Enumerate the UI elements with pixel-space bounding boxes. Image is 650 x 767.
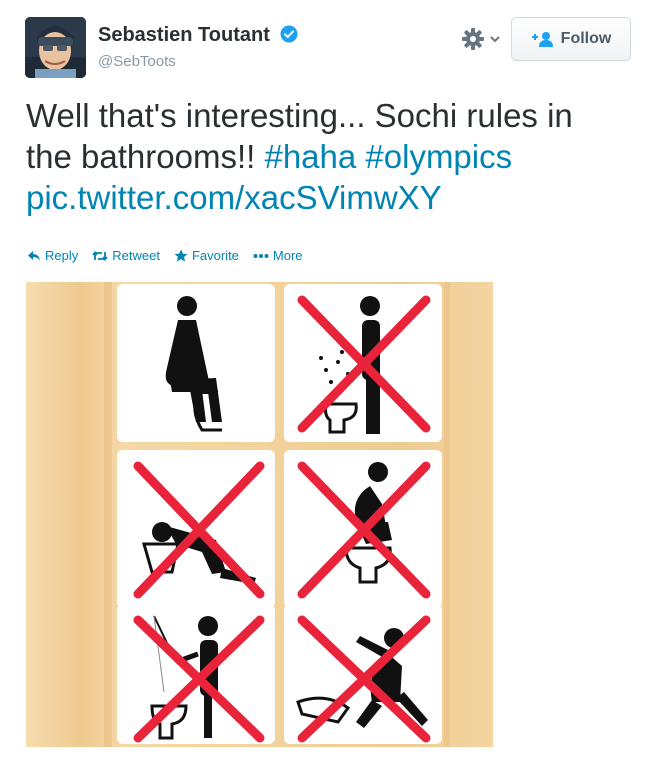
retweet-label: Retweet xyxy=(112,248,160,263)
retweet-icon xyxy=(92,250,108,261)
star-icon xyxy=(174,249,188,262)
favorite-button[interactable]: Favorite xyxy=(174,248,239,263)
favorite-label: Favorite xyxy=(191,248,239,263)
follow-button[interactable]: Follow xyxy=(511,17,631,61)
author-name[interactable]: Sebastien Toutant xyxy=(98,24,298,49)
follow-button-label: Follow xyxy=(560,30,612,47)
sign-kneel-forbidden xyxy=(117,450,275,608)
gear-icon xyxy=(462,28,500,50)
add-user-icon xyxy=(531,32,553,47)
retweet-button[interactable]: Retweet xyxy=(92,248,160,263)
tweet-photo[interactable] xyxy=(26,282,493,747)
author-handle[interactable]: @SebToots xyxy=(98,53,176,70)
more-dots-icon xyxy=(253,253,269,258)
sign-stand-forbidden xyxy=(284,284,442,442)
tweet-actions: Reply Retweet Favorite More xyxy=(27,248,303,263)
hashtag-haha[interactable]: #haha xyxy=(264,138,356,175)
avatar[interactable] xyxy=(25,17,86,78)
settings-dropdown[interactable] xyxy=(462,26,506,54)
sign-climb-forbidden xyxy=(284,604,442,744)
author-name-text[interactable]: Sebastien Toutant xyxy=(98,24,270,46)
more-label: More xyxy=(272,248,303,263)
sign-squat-forbidden xyxy=(284,450,442,608)
bathroom-rules-sign-image xyxy=(26,282,493,747)
chevron-down-icon xyxy=(490,36,500,43)
verified-badge-icon xyxy=(280,25,298,49)
reply-icon xyxy=(28,250,40,261)
hashtag-olympics[interactable]: #olympics xyxy=(365,138,512,175)
tweet-text: Well that's interesting... Sochi rules i… xyxy=(26,95,626,218)
tweet-photo-link[interactable]: pic.twitter.com/xacSVimwXY xyxy=(26,179,442,216)
sign-fishing-forbidden xyxy=(117,604,275,744)
more-button[interactable]: More xyxy=(253,248,303,263)
reply-label: Reply xyxy=(45,248,79,263)
reply-button[interactable]: Reply xyxy=(27,248,78,263)
sign-sit-allowed xyxy=(117,284,275,442)
